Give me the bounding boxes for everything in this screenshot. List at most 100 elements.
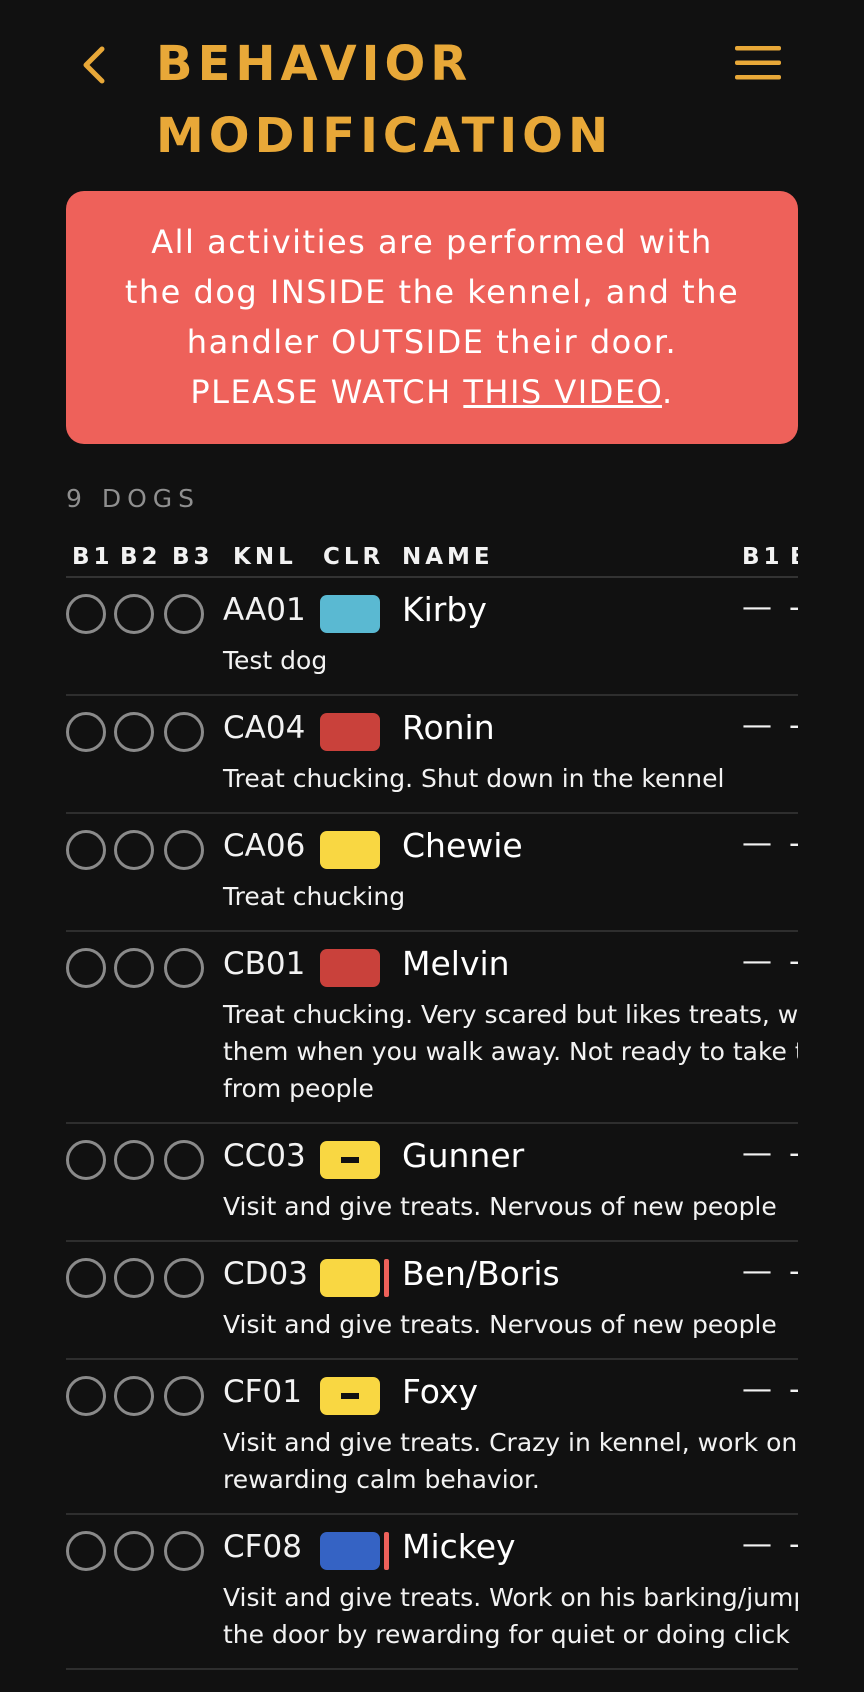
hamburger-menu-icon	[735, 46, 781, 80]
b1-status: —	[742, 1136, 772, 1171]
b1-status: —	[742, 590, 772, 625]
page-title-line-2: MODIFICATION	[156, 108, 614, 164]
b3-checkbox[interactable]	[164, 1258, 204, 1298]
page-title: BEHAVIOR MODIFICATION	[156, 28, 676, 172]
kennel-code: CB01	[223, 946, 306, 982]
table-row[interactable]: AA01 Kirby —- Test dog	[66, 578, 798, 696]
dog-name[interactable]: Foxy	[402, 1372, 478, 1411]
b1-checkbox[interactable]	[66, 1140, 106, 1180]
b2-checkbox[interactable]	[114, 712, 154, 752]
color-swatch	[320, 1532, 380, 1570]
b1-checkbox[interactable]	[66, 594, 106, 634]
instructions-alert: All activities are performed with the do…	[66, 191, 798, 444]
b2-checkbox[interactable]	[114, 1531, 154, 1571]
alert-flag-marker	[384, 1532, 389, 1570]
dog-count: 9 DOGS	[66, 484, 201, 513]
b3-checkbox[interactable]	[164, 1140, 204, 1180]
alert-line-1: All activities are performed with	[151, 223, 713, 261]
kennel-code: CC03	[223, 1138, 306, 1174]
dog-name[interactable]: Ronin	[402, 708, 495, 747]
table-row[interactable]: CF01 Foxy —- Visit and give treats. Crazy i…	[66, 1360, 798, 1515]
column-header-b3[interactable]: B3	[172, 544, 214, 570]
color-swatch	[320, 949, 380, 987]
alert-line-4: PLEASE WATCH THIS VIDEO.	[66, 367, 798, 417]
b1-checkbox[interactable]	[66, 1258, 106, 1298]
b3-checkbox[interactable]	[164, 830, 204, 870]
kennel-code: CF08	[223, 1529, 302, 1565]
column-header-b2-status[interactable]: B	[790, 544, 798, 570]
b2-status: -	[789, 826, 798, 861]
column-header-color[interactable]: CLR	[323, 544, 384, 570]
color-swatch	[320, 595, 380, 633]
b3-checkbox[interactable]	[164, 712, 204, 752]
column-header-kennel[interactable]: KNL	[233, 544, 297, 570]
table-body: AA01Kirby—-Test dogCA04Ronin—-Treat chuc…	[66, 578, 798, 1670]
alert-line-4-prefix: PLEASE WATCH	[190, 373, 464, 411]
table-row[interactable]: CF08 Mickey —- Visit and give treats. Work …	[66, 1515, 798, 1670]
table-row[interactable]: CB01 Melvin —- Treat chucking. Very scared …	[66, 932, 798, 1124]
menu-button[interactable]	[734, 44, 782, 82]
b2-checkbox[interactable]	[114, 1140, 154, 1180]
b2-checkbox[interactable]	[114, 1258, 154, 1298]
table-row[interactable]: CD03 Ben/Boris —-Visit and give treats. Ne…	[66, 1242, 798, 1360]
kennel-code: CF01	[223, 1374, 302, 1410]
column-header-b2[interactable]: B2	[120, 544, 162, 570]
column-header-name[interactable]: NAME	[402, 544, 494, 570]
alert-flag-marker	[384, 1259, 389, 1297]
b2-status: -	[789, 590, 798, 625]
table-row[interactable]: CA04 Ronin —- Treat chucking. Shut down in …	[66, 696, 798, 814]
dogs-table: B1 B2 B3 KNL CLR NAME B1 B AA01Kirby—-Te…	[66, 540, 798, 1692]
b3-checkbox[interactable]	[164, 948, 204, 988]
column-header-b1[interactable]: B1	[72, 544, 114, 570]
b2-checkbox[interactable]	[114, 594, 154, 634]
dog-note: Visit and give treats. Nervous of new pe…	[223, 1192, 777, 1221]
b1-status: —	[742, 1527, 772, 1562]
column-header-b1-status[interactable]: B1	[742, 544, 784, 570]
page-title-line-1: BEHAVIOR	[156, 36, 473, 92]
b3-checkbox[interactable]	[164, 1531, 204, 1571]
dog-name[interactable]: Chewie	[402, 826, 523, 865]
b3-checkbox[interactable]	[164, 1376, 204, 1416]
dog-note: Visit and give treats. Nervous of new pe…	[223, 1310, 777, 1339]
table-row[interactable]: CA06 Chewie —- Treat chucking	[66, 814, 798, 932]
b2-checkbox[interactable]	[114, 948, 154, 988]
color-swatch	[320, 1259, 380, 1297]
color-swatch	[320, 713, 380, 751]
dog-note: Treat chucking. Very scared but likes tr…	[223, 1000, 798, 1103]
table-row[interactable]: CC03 Gunner —-Visit and give treats. Nervo…	[66, 1124, 798, 1242]
b1-status: —	[742, 1372, 772, 1407]
color-swatch	[320, 831, 380, 869]
color-swatch	[320, 1377, 380, 1415]
kennel-code: CD03	[223, 1256, 308, 1292]
b1-checkbox[interactable]	[66, 830, 106, 870]
b2-status: -	[789, 1527, 798, 1562]
dog-note: Treat chucking	[223, 882, 406, 911]
dog-name[interactable]: Gunner	[402, 1136, 524, 1175]
b3-checkbox[interactable]	[164, 594, 204, 634]
b1-status: —	[742, 944, 772, 979]
dog-name[interactable]: Kirby	[402, 590, 487, 629]
b1-status: —	[742, 708, 772, 743]
b1-checkbox[interactable]	[66, 712, 106, 752]
b1-checkbox[interactable]	[66, 1376, 106, 1416]
b1-checkbox[interactable]	[66, 1531, 106, 1571]
dog-note: Visit and give treats. Crazy in kennel, …	[223, 1428, 798, 1494]
b2-checkbox[interactable]	[114, 1376, 154, 1416]
b2-checkbox[interactable]	[114, 830, 154, 870]
kennel-code: CA06	[223, 828, 306, 864]
dog-note: Treat chucking. Shut down in the kennel	[223, 764, 725, 793]
b2-status: -	[789, 1372, 798, 1407]
video-link[interactable]: THIS VIDEO	[463, 373, 662, 411]
back-button[interactable]	[76, 40, 116, 90]
dog-name[interactable]: Mickey	[402, 1527, 516, 1566]
header: BEHAVIOR MODIFICATION	[0, 0, 864, 180]
minus-icon	[341, 1393, 359, 1399]
b2-status: -	[789, 1136, 798, 1171]
dog-name[interactable]: Melvin	[402, 944, 510, 983]
b1-checkbox[interactable]	[66, 948, 106, 988]
table-header: B1 B2 B3 KNL CLR NAME B1 B	[66, 540, 798, 578]
dog-name[interactable]: Ben/Boris	[402, 1254, 560, 1293]
alert-line-4-suffix: .	[661, 373, 674, 411]
chevron-left-icon	[83, 46, 105, 84]
color-swatch	[320, 1141, 380, 1179]
